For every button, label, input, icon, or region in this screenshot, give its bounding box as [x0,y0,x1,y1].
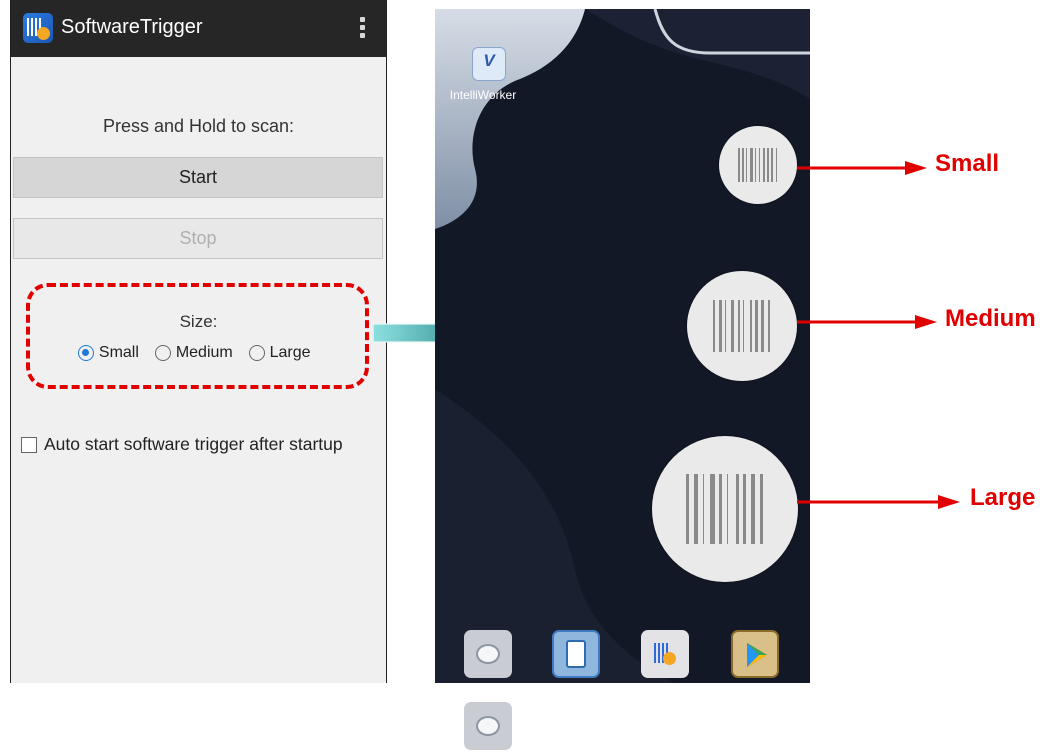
size-option-label: Small [98,344,139,361]
size-option-label: Medium [175,344,233,361]
size-option-large[interactable]: Large [249,344,316,362]
callout-large-label: Large [970,484,1036,511]
scan-prompt: Press and Hold to scan: [102,116,295,136]
app-bar: SoftwareTrigger [11,0,386,57]
auto-start-label: Auto start software trigger after startu… [44,434,343,454]
start-button[interactable]: Start [13,157,383,198]
size-option-medium[interactable]: Medium [155,344,238,362]
software-trigger-app-icon[interactable] [641,630,689,678]
size-option-small[interactable]: Small [78,344,144,362]
overflow-menu-icon[interactable] [360,17,366,41]
radio-unchecked-icon[interactable] [249,345,266,361]
app-title: SoftwareTrigger [61,16,203,38]
radio-unchecked-icon[interactable] [155,345,172,361]
callout-medium-label: Medium [945,305,1036,332]
checkbox[interactable] [21,437,37,454]
keyboard-app-icon[interactable] [464,630,512,678]
size-radio-group: Small Medium Large [11,344,386,362]
software-trigger-app-screen: SoftwareTrigger Press and Hold to scan: … [10,0,387,683]
auto-start-checkbox-row[interactable]: Auto start software trigger after startu… [21,434,343,455]
size-option-label: Large [269,344,311,361]
size-highlight-box [26,283,369,389]
size-label: Size: [179,312,218,331]
software-trigger-icon [23,13,53,43]
callout-small-label: Small [935,150,1000,177]
dock [435,0,810,683]
stop-button[interactable]: Stop [13,218,383,259]
play-store-icon[interactable] [731,630,779,678]
radio-checked-icon[interactable] [78,345,95,361]
task-app-icon[interactable] [552,630,600,678]
